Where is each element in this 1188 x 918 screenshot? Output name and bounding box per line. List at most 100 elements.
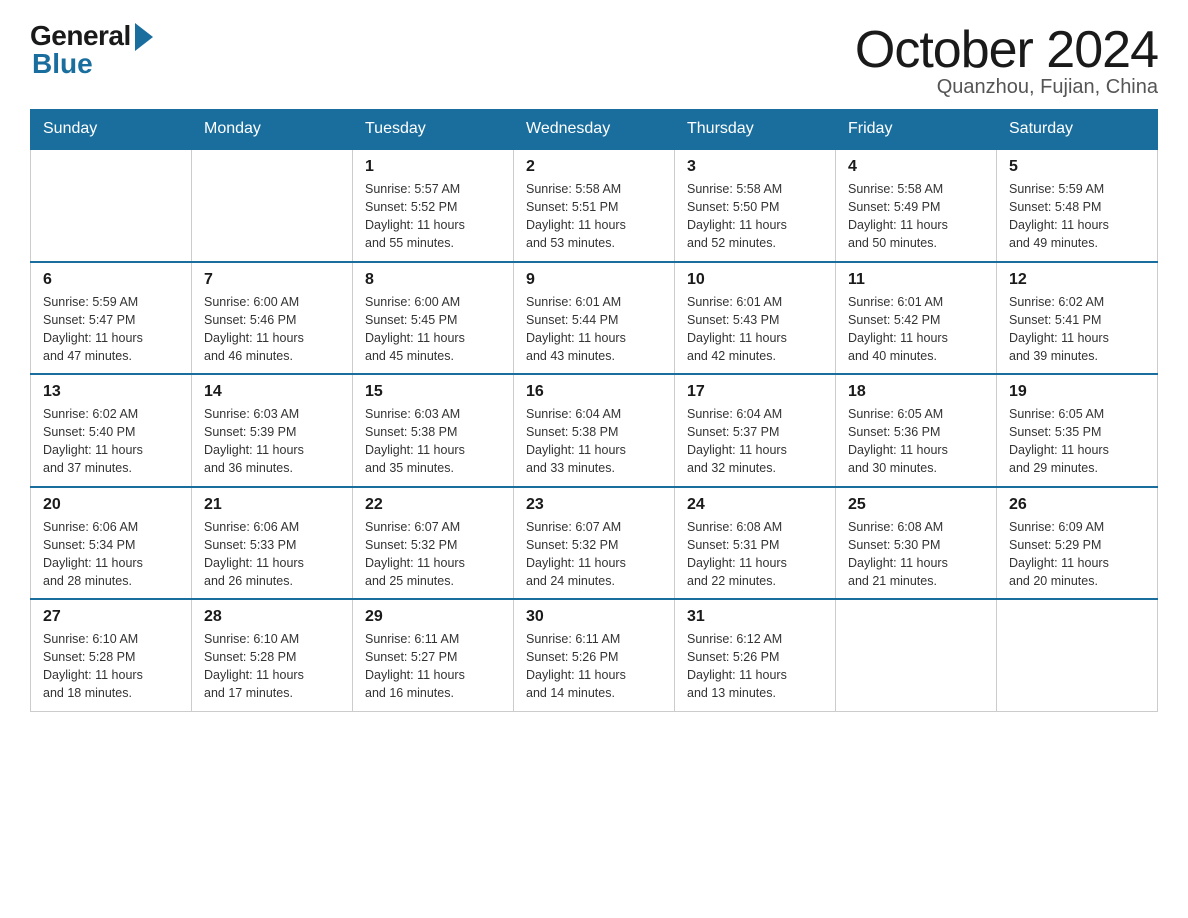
calendar-cell: 2 Sunrise: 5:58 AM Sunset: 5:51 PM Daylig… xyxy=(514,149,675,262)
calendar-cell xyxy=(836,599,997,711)
day-info: Sunrise: 5:58 AM Sunset: 5:51 PM Dayligh… xyxy=(526,180,662,253)
calendar-cell: 4Sunrise: 5:58 AM Sunset: 5:49 PM Daylig… xyxy=(836,149,997,262)
calendar-body: 1 Sunrise: 5:57 AM Sunset: 5:52 PM Daylig… xyxy=(31,149,1158,711)
calendar-cell: 10 Sunrise: 6:01 AM Sunset: 5:43 PM Dayli… xyxy=(675,262,836,375)
weekday-header-row: SundayMondayTuesdayWednesdayThursdayFrid… xyxy=(31,110,1158,150)
day-number: 24 xyxy=(687,496,823,514)
day-number: 28 xyxy=(204,608,340,626)
logo-blue-text: Blue xyxy=(30,48,93,80)
day-info: Sunrise: 6:07 AM Sunset: 5:32 PM Dayligh… xyxy=(365,518,501,591)
calendar-cell: 8 Sunrise: 6:00 AM Sunset: 5:45 PM Daylig… xyxy=(353,262,514,375)
day-number: 19 xyxy=(1009,383,1145,401)
day-info: Sunrise: 6:06 AM Sunset: 5:33 PM Dayligh… xyxy=(204,518,340,591)
day-number: 4 xyxy=(848,158,984,176)
day-info: Sunrise: 6:03 AM Sunset: 5:38 PM Dayligh… xyxy=(365,405,501,478)
day-info: Sunrise: 6:12 AM Sunset: 5:26 PM Dayligh… xyxy=(687,630,823,703)
day-number: 3 xyxy=(687,158,823,176)
calendar-cell: 6Sunrise: 5:59 AM Sunset: 5:47 PM Daylig… xyxy=(31,262,192,375)
calendar-cell: 12 Sunrise: 6:02 AM Sunset: 5:41 PM Dayli… xyxy=(997,262,1158,375)
calendar-cell: 21 Sunrise: 6:06 AM Sunset: 5:33 PM Dayli… xyxy=(192,487,353,600)
day-number: 12 xyxy=(1009,271,1145,289)
calendar-cell: 18Sunrise: 6:05 AM Sunset: 5:36 PM Dayli… xyxy=(836,374,997,487)
day-number: 8 xyxy=(365,271,501,289)
day-number: 14 xyxy=(204,383,340,401)
day-info: Sunrise: 6:04 AM Sunset: 5:37 PM Dayligh… xyxy=(687,405,823,478)
day-number: 23 xyxy=(526,496,662,514)
day-number: 18 xyxy=(848,383,984,401)
weekday-header-thursday: Thursday xyxy=(675,110,836,150)
calendar-cell: 16Sunrise: 6:04 AM Sunset: 5:38 PM Dayli… xyxy=(514,374,675,487)
day-info: Sunrise: 6:08 AM Sunset: 5:30 PM Dayligh… xyxy=(848,518,984,591)
day-number: 22 xyxy=(365,496,501,514)
day-number: 16 xyxy=(526,383,662,401)
day-info: Sunrise: 6:08 AM Sunset: 5:31 PM Dayligh… xyxy=(687,518,823,591)
title-area: October 2024 Quanzhou, Fujian, China xyxy=(855,20,1158,99)
day-info: Sunrise: 6:06 AM Sunset: 5:34 PM Dayligh… xyxy=(43,518,179,591)
day-number: 29 xyxy=(365,608,501,626)
calendar-cell: 3 Sunrise: 5:58 AM Sunset: 5:50 PM Daylig… xyxy=(675,149,836,262)
calendar-cell xyxy=(192,149,353,262)
weekday-header-tuesday: Tuesday xyxy=(353,110,514,150)
calendar-table: SundayMondayTuesdayWednesdayThursdayFrid… xyxy=(30,109,1158,712)
day-number: 10 xyxy=(687,271,823,289)
day-number: 13 xyxy=(43,383,179,401)
day-info: Sunrise: 5:57 AM Sunset: 5:52 PM Dayligh… xyxy=(365,180,501,253)
day-number: 5 xyxy=(1009,158,1145,176)
day-number: 17 xyxy=(687,383,823,401)
logo: General Blue xyxy=(30,20,153,80)
day-number: 2 xyxy=(526,158,662,176)
calendar-header: SundayMondayTuesdayWednesdayThursdayFrid… xyxy=(31,110,1158,150)
calendar-cell: 11Sunrise: 6:01 AM Sunset: 5:42 PM Dayli… xyxy=(836,262,997,375)
day-info: Sunrise: 6:02 AM Sunset: 5:40 PM Dayligh… xyxy=(43,405,179,478)
calendar-cell xyxy=(31,149,192,262)
day-info: Sunrise: 6:09 AM Sunset: 5:29 PM Dayligh… xyxy=(1009,518,1145,591)
calendar-cell: 13 Sunrise: 6:02 AM Sunset: 5:40 PM Dayli… xyxy=(31,374,192,487)
logo-arrow-icon xyxy=(135,23,153,51)
calendar-cell: 31Sunrise: 6:12 AM Sunset: 5:26 PM Dayli… xyxy=(675,599,836,711)
day-number: 27 xyxy=(43,608,179,626)
day-number: 30 xyxy=(526,608,662,626)
calendar-week-row: 27 Sunrise: 6:10 AM Sunset: 5:28 PM Dayli… xyxy=(31,599,1158,711)
day-info: Sunrise: 5:58 AM Sunset: 5:50 PM Dayligh… xyxy=(687,180,823,253)
calendar-cell: 1 Sunrise: 5:57 AM Sunset: 5:52 PM Daylig… xyxy=(353,149,514,262)
day-number: 1 xyxy=(365,158,501,176)
calendar-cell: 20Sunrise: 6:06 AM Sunset: 5:34 PM Dayli… xyxy=(31,487,192,600)
calendar-cell: 7 Sunrise: 6:00 AM Sunset: 5:46 PM Daylig… xyxy=(192,262,353,375)
weekday-header-friday: Friday xyxy=(836,110,997,150)
day-number: 7 xyxy=(204,271,340,289)
day-number: 25 xyxy=(848,496,984,514)
day-info: Sunrise: 6:10 AM Sunset: 5:28 PM Dayligh… xyxy=(43,630,179,703)
calendar-cell: 9Sunrise: 6:01 AM Sunset: 5:44 PM Daylig… xyxy=(514,262,675,375)
calendar-cell: 17 Sunrise: 6:04 AM Sunset: 5:37 PM Dayli… xyxy=(675,374,836,487)
day-info: Sunrise: 6:07 AM Sunset: 5:32 PM Dayligh… xyxy=(526,518,662,591)
calendar-cell: 30 Sunrise: 6:11 AM Sunset: 5:26 PM Dayli… xyxy=(514,599,675,711)
day-info: Sunrise: 6:00 AM Sunset: 5:46 PM Dayligh… xyxy=(204,293,340,366)
calendar-week-row: 13 Sunrise: 6:02 AM Sunset: 5:40 PM Dayli… xyxy=(31,374,1158,487)
weekday-header-sunday: Sunday xyxy=(31,110,192,150)
calendar-week-row: 1 Sunrise: 5:57 AM Sunset: 5:52 PM Daylig… xyxy=(31,149,1158,262)
day-number: 21 xyxy=(204,496,340,514)
calendar-cell: 23 Sunrise: 6:07 AM Sunset: 5:32 PM Dayli… xyxy=(514,487,675,600)
day-info: Sunrise: 5:59 AM Sunset: 5:48 PM Dayligh… xyxy=(1009,180,1145,253)
day-info: Sunrise: 6:11 AM Sunset: 5:27 PM Dayligh… xyxy=(365,630,501,703)
day-number: 15 xyxy=(365,383,501,401)
day-info: Sunrise: 6:01 AM Sunset: 5:43 PM Dayligh… xyxy=(687,293,823,366)
day-number: 9 xyxy=(526,271,662,289)
day-info: Sunrise: 6:02 AM Sunset: 5:41 PM Dayligh… xyxy=(1009,293,1145,366)
day-info: Sunrise: 6:03 AM Sunset: 5:39 PM Dayligh… xyxy=(204,405,340,478)
day-info: Sunrise: 6:05 AM Sunset: 5:35 PM Dayligh… xyxy=(1009,405,1145,478)
calendar-cell: 5 Sunrise: 5:59 AM Sunset: 5:48 PM Daylig… xyxy=(997,149,1158,262)
calendar-cell: 14 Sunrise: 6:03 AM Sunset: 5:39 PM Dayli… xyxy=(192,374,353,487)
calendar-cell: 29 Sunrise: 6:11 AM Sunset: 5:27 PM Dayli… xyxy=(353,599,514,711)
calendar-week-row: 20Sunrise: 6:06 AM Sunset: 5:34 PM Dayli… xyxy=(31,487,1158,600)
day-number: 6 xyxy=(43,271,179,289)
calendar-cell: 15 Sunrise: 6:03 AM Sunset: 5:38 PM Dayli… xyxy=(353,374,514,487)
day-info: Sunrise: 6:01 AM Sunset: 5:42 PM Dayligh… xyxy=(848,293,984,366)
calendar-cell: 26Sunrise: 6:09 AM Sunset: 5:29 PM Dayli… xyxy=(997,487,1158,600)
day-info: Sunrise: 6:11 AM Sunset: 5:26 PM Dayligh… xyxy=(526,630,662,703)
day-info: Sunrise: 6:00 AM Sunset: 5:45 PM Dayligh… xyxy=(365,293,501,366)
calendar-cell: 22 Sunrise: 6:07 AM Sunset: 5:32 PM Dayli… xyxy=(353,487,514,600)
weekday-header-wednesday: Wednesday xyxy=(514,110,675,150)
day-info: Sunrise: 6:10 AM Sunset: 5:28 PM Dayligh… xyxy=(204,630,340,703)
calendar-cell: 24 Sunrise: 6:08 AM Sunset: 5:31 PM Dayli… xyxy=(675,487,836,600)
